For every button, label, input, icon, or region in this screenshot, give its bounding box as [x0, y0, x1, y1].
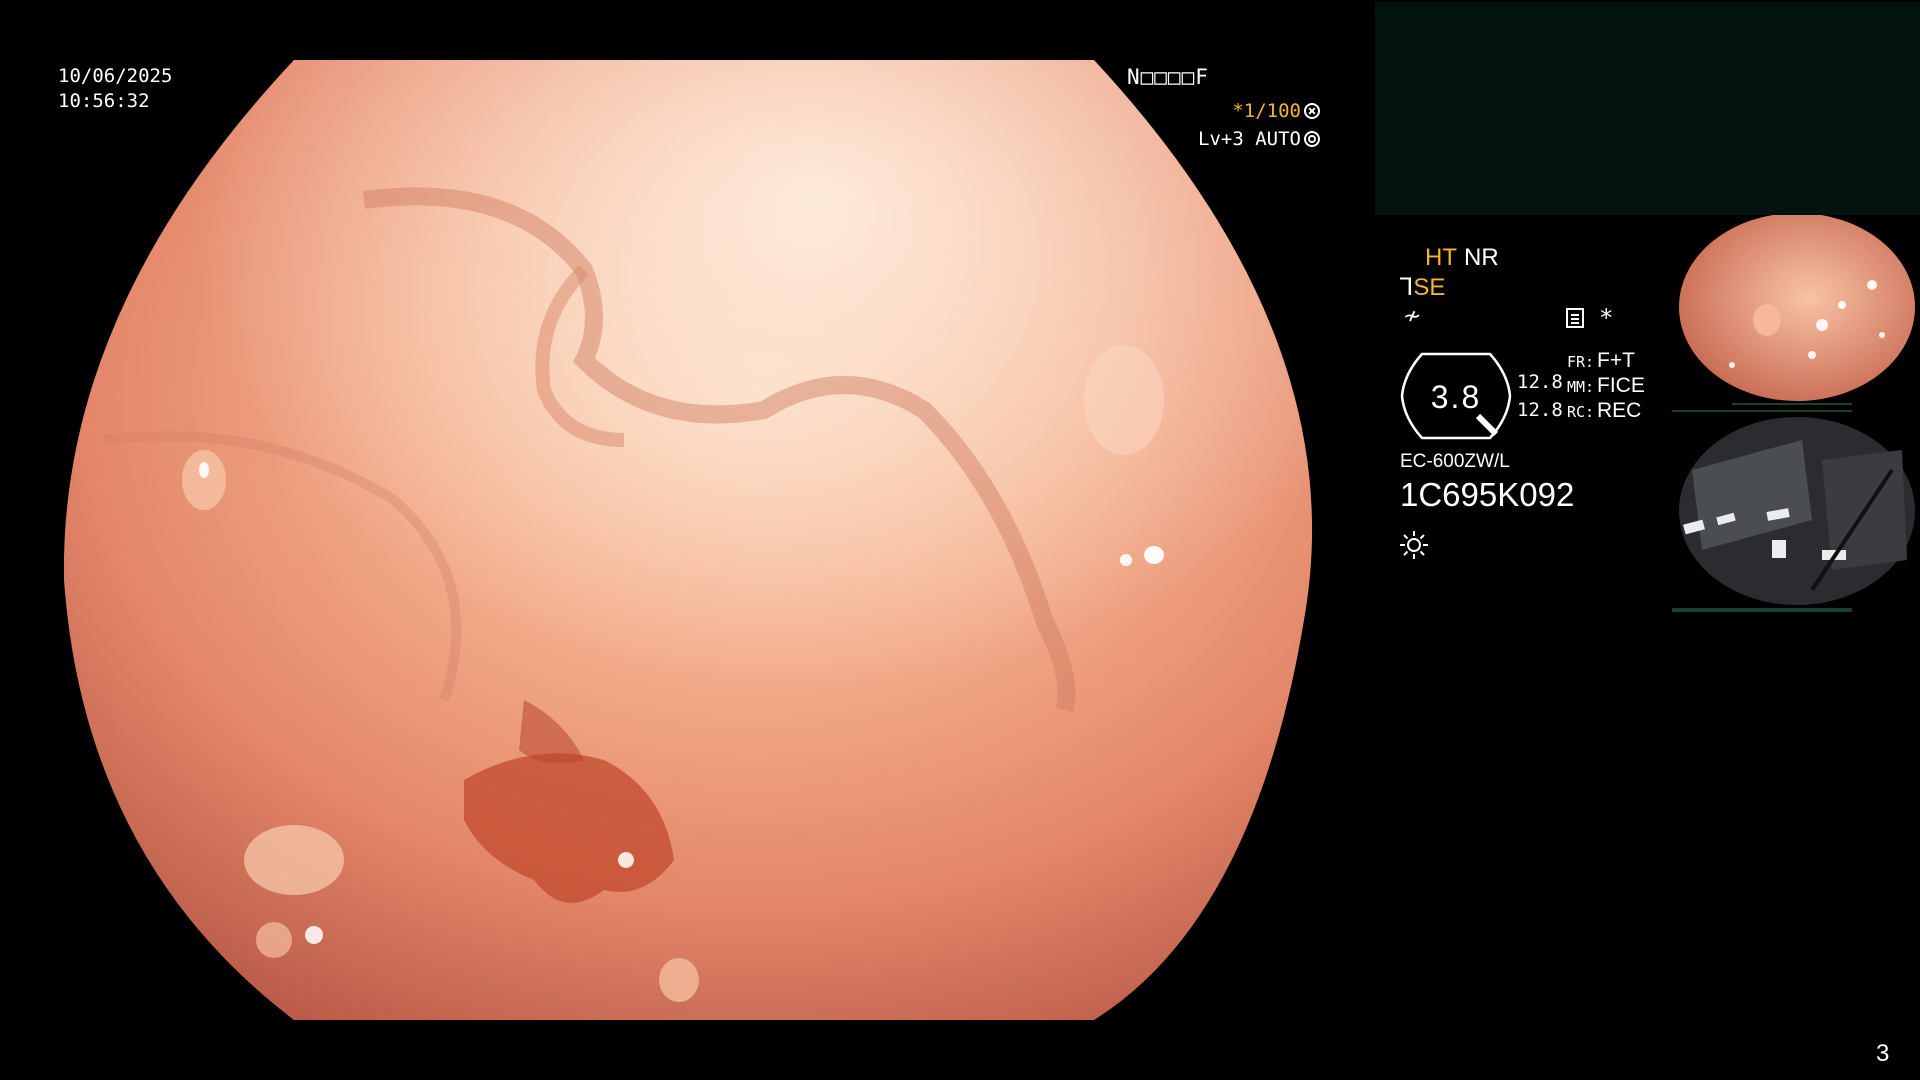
sun-icon	[1400, 531, 1428, 559]
brightness-level-text: Lv+3 AUTO	[1198, 128, 1301, 150]
star-indicator: *	[1599, 304, 1614, 332]
info-panel	[1375, 2, 1920, 215]
shutter-speed-row: *1/100	[1232, 102, 1320, 121]
auto-iris-icon	[1304, 131, 1320, 147]
date-text: 10/06/2025	[58, 65, 173, 87]
se-indicator: SE	[1413, 274, 1446, 301]
nr-indicator: NR	[1464, 244, 1499, 271]
se-row: ⅂SE	[1400, 276, 1445, 300]
page-number: 3	[1876, 1040, 1890, 1067]
scope-serial-number: 1C695K092	[1400, 476, 1575, 513]
patient-name: N□□□□F	[1127, 65, 1209, 89]
captured-image-thumbnail-2[interactable]	[1672, 410, 1920, 612]
fr-value: F+T	[1597, 349, 1635, 372]
mm-value: FICE	[1597, 374, 1645, 397]
shutter-speed-text: *1/100	[1232, 100, 1301, 122]
shutter-icon	[1304, 103, 1320, 119]
grid-icon	[1566, 308, 1584, 328]
setting-value-1: 12.8	[1517, 371, 1563, 393]
time-text: 10:56:32	[58, 90, 150, 112]
rc-key-label: RC:	[1567, 403, 1595, 421]
structure-enhance-icon: ⅂	[1400, 274, 1414, 301]
wave-icon: ≁	[1403, 304, 1422, 329]
scope-model: EC-600ZW/L	[1400, 451, 1510, 472]
rc-value: REC	[1597, 399, 1642, 422]
setting-value-2: 12.8	[1517, 399, 1563, 421]
endoscope-main-view	[64, 60, 1313, 1020]
ht-indicator: HT	[1425, 244, 1457, 271]
brightness-level-row: Lv+3 AUTO	[1198, 130, 1320, 149]
captured-image-thumbnail-1[interactable]	[1672, 215, 1920, 405]
zoom-value: 3.8	[1430, 379, 1482, 415]
mm-key-label: MM:	[1567, 378, 1595, 396]
fr-key-label: FR:	[1567, 353, 1595, 371]
